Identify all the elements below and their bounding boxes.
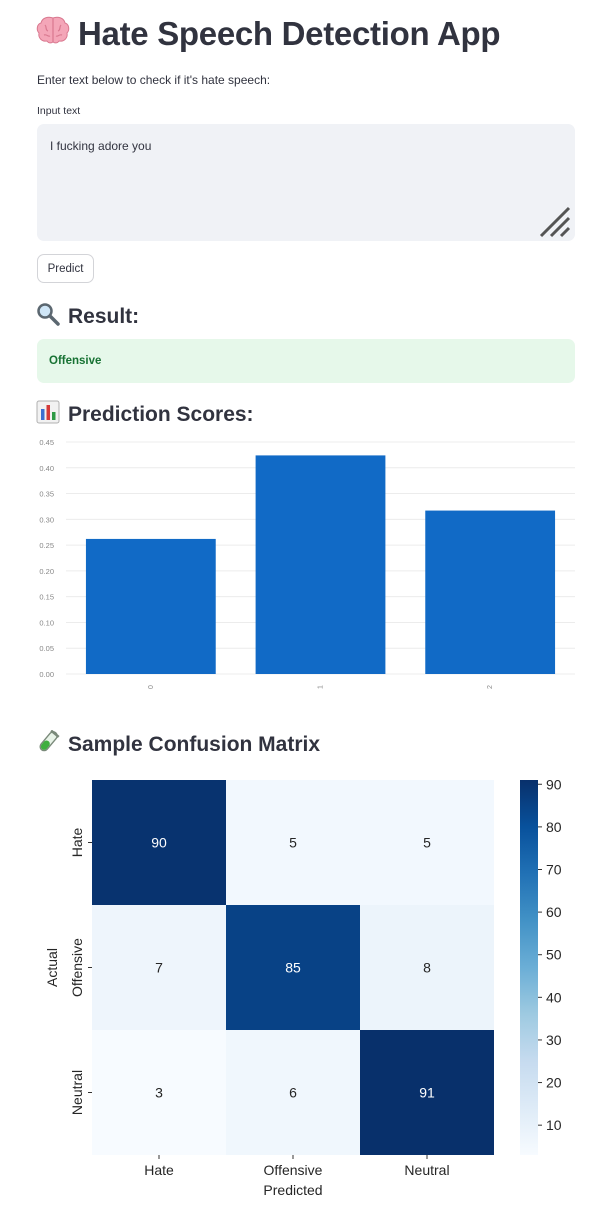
colorbar-tick-label: 30 [546, 1032, 562, 1048]
page-title: Hate Speech Detection App [36, 14, 501, 53]
bar-chart-icon [36, 400, 60, 429]
y-tick-label: 0.20 [39, 567, 54, 576]
y-tick-label: 0.15 [39, 593, 54, 602]
y-tick-label: 0.00 [39, 670, 54, 679]
input-label: Input text [37, 105, 81, 117]
result-heading: Result: [36, 302, 139, 331]
y-tick-label: 0.10 [39, 618, 54, 627]
y-tick-label: 0.30 [39, 515, 54, 524]
y-tick-label: 0.45 [39, 438, 54, 447]
result-value: Offensive [49, 355, 102, 367]
colorbar-tick-label: 90 [546, 776, 562, 792]
result-box: Offensive [37, 339, 575, 383]
colorbar-tick-label: 20 [546, 1075, 562, 1091]
x-tick-label: 2 [487, 685, 494, 689]
colorbar-tick-label: 70 [546, 861, 562, 877]
instruction-text: Enter text below to check if it's hate s… [37, 73, 271, 87]
y-tick-label: 0.05 [39, 644, 54, 653]
matrix-cell-value: 5 [423, 835, 431, 851]
result-heading-text: Result: [68, 304, 140, 328]
colorbar [520, 780, 538, 1155]
x-tick-label: 1 [318, 685, 325, 689]
x-axis-label: Predicted [263, 1182, 322, 1198]
matrix-cell-value: 8 [423, 960, 431, 976]
bar[interactable] [255, 455, 386, 674]
y-tick-label: Neutral [69, 1070, 85, 1115]
matrix-cell-value: 91 [419, 1085, 435, 1101]
confusion-matrix-chart: 90 5 5 7 85 8 3 6 91 Hate Offensive Neutral Predicte… [44, 776, 562, 1198]
matrix-cell-value: 6 [289, 1085, 297, 1101]
input-textarea[interactable]: I fucking adore you [37, 124, 575, 241]
resize-handle-icon[interactable] [539, 206, 571, 238]
colorbar-tick-label: 50 [546, 947, 562, 963]
matrix-cell-value: 5 [289, 835, 297, 851]
brain-icon [36, 14, 70, 53]
colorbar-tick-label: 80 [546, 819, 562, 835]
y-tick-label: Hate [69, 828, 85, 858]
matrix-heading-text: Sample Confusion Matrix [68, 732, 321, 756]
y-tick-label: Offensive [69, 938, 85, 997]
matrix-heading: Sample Confusion Matrix [36, 729, 321, 759]
x-tick-label: Hate [144, 1162, 174, 1178]
colorbar-tick-label: 40 [546, 989, 562, 1005]
app-page: Hate Speech Detection App Enter text bel… [0, 0, 616, 1232]
matrix-cell-value: 90 [151, 835, 167, 851]
colorbar-tick-label: 10 [546, 1117, 562, 1133]
test-tube-icon [36, 729, 60, 759]
y-tick-label: 0.25 [39, 541, 54, 550]
input-value: I fucking adore you [50, 139, 152, 153]
y-tick-label: 0.35 [39, 490, 54, 499]
predict-button[interactable]: Predict [37, 254, 94, 283]
matrix-cell-value: 85 [285, 960, 301, 976]
magnifier-icon [36, 302, 60, 331]
bar[interactable] [425, 510, 556, 674]
x-tick-label: Neutral [404, 1162, 449, 1178]
bar[interactable] [85, 538, 216, 674]
x-tick-label: 0 [148, 685, 155, 689]
y-axis-label: Actual [44, 948, 60, 987]
colorbar-tick-label: 60 [546, 904, 562, 920]
scores-heading-text: Prediction Scores: [68, 402, 254, 426]
matrix-cell-value: 3 [155, 1085, 163, 1101]
matrix-cell-value: 7 [155, 960, 163, 976]
scores-heading: Prediction Scores: [36, 400, 254, 429]
x-tick-label: Offensive [264, 1162, 323, 1178]
prediction-scores-chart: 0.00 0.05 0.10 0.15 0.20 0.25 0.30 0.35 0.40 0.45… [39, 438, 575, 689]
page-title-text: Hate Speech Detection App [78, 14, 501, 52]
y-tick-label: 0.40 [39, 464, 54, 473]
